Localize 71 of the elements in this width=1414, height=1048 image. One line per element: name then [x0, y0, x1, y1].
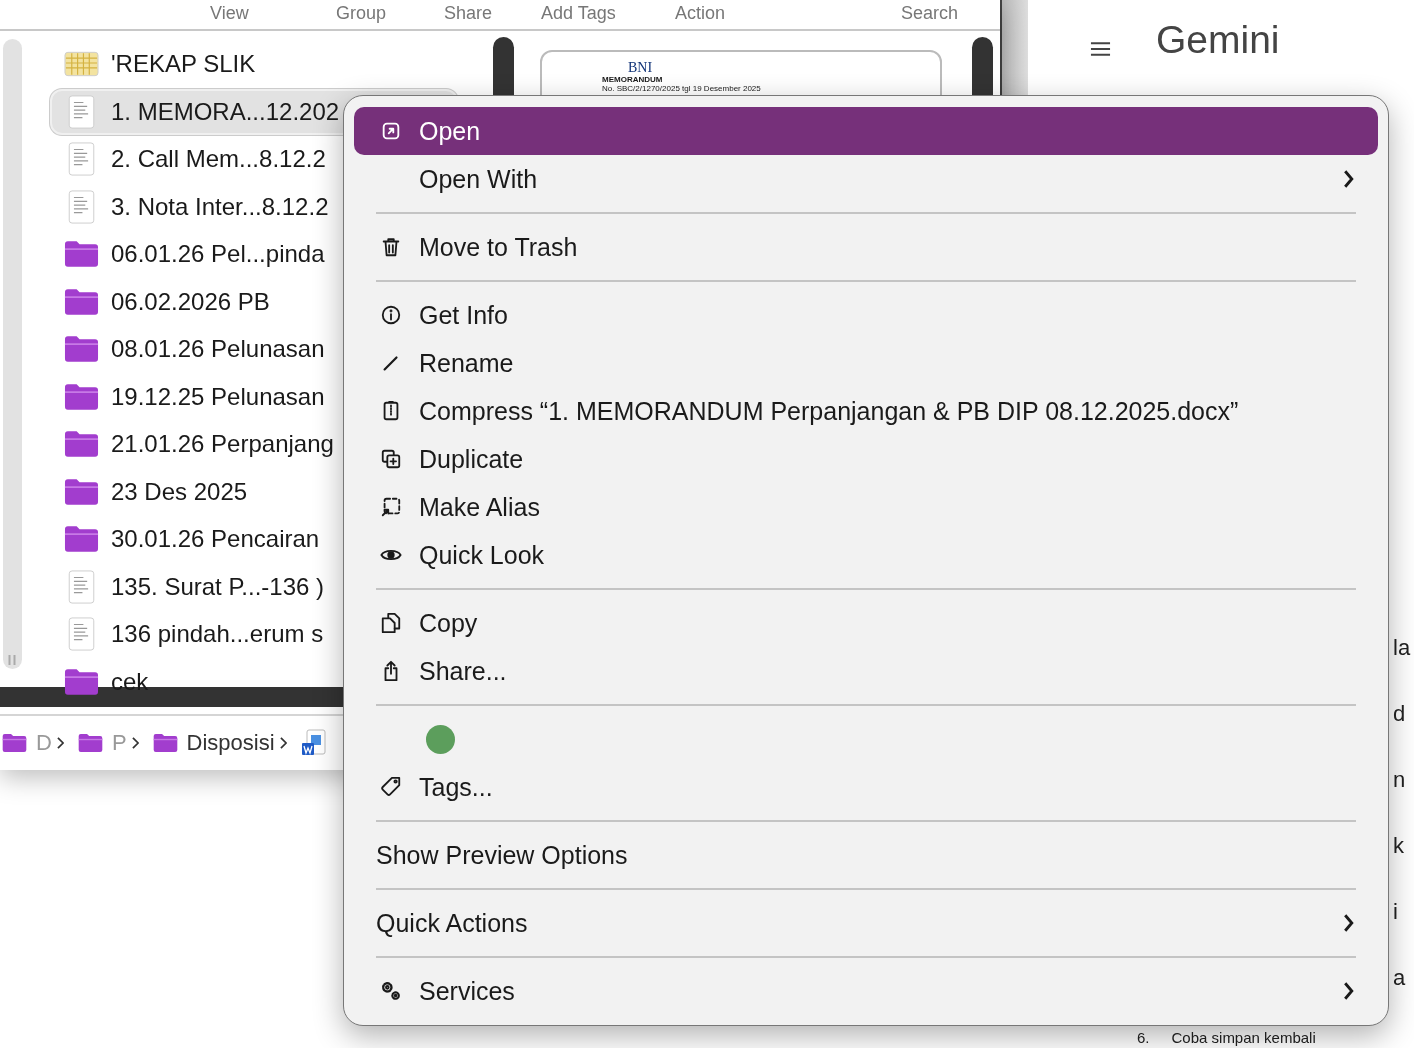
chat-text: Coba simpan kembali — [1171, 1029, 1316, 1046]
folder-icon — [77, 732, 103, 753]
copy-icon — [380, 612, 402, 634]
menu-item[interactable]: Show Preview Options — [354, 831, 1378, 879]
menu-item[interactable]: Tags... — [354, 763, 1378, 811]
document-heading: MEMORANDUM — [602, 74, 664, 84]
alias-icon — [380, 496, 402, 518]
toolbar-label[interactable]: Share — [444, 2, 541, 29]
chevron-icon — [1343, 169, 1354, 189]
chat-text: n — [1393, 766, 1407, 794]
menu-item[interactable]: Duplicate — [354, 435, 1378, 483]
folder-icon — [64, 240, 99, 269]
open-icon — [380, 120, 402, 142]
grip-icon[interactable] — [8, 654, 16, 665]
list-number: 6. — [1137, 1029, 1150, 1046]
menu-icon[interactable] — [1090, 42, 1111, 56]
color-tag[interactable] — [426, 724, 455, 754]
chat-text: i — [1393, 898, 1399, 926]
folder-icon — [152, 732, 178, 753]
trash-icon — [380, 236, 402, 258]
word-document-icon[interactable] — [300, 728, 327, 757]
chevron-icon — [1343, 913, 1354, 933]
toolbar-label[interactable]: Search — [901, 2, 1000, 29]
toolbar-label[interactable]: View — [210, 2, 336, 29]
toolbar-label[interactable]: Group — [336, 2, 444, 29]
chat-text: k — [1393, 832, 1405, 860]
folder-icon — [64, 335, 99, 364]
chevron-icon — [279, 736, 287, 749]
document-text: No. SBC/2/1270/2025 tgl 19 Desember 2025 — [602, 83, 762, 93]
folder-icon — [64, 525, 99, 554]
folder-icon — [64, 430, 99, 459]
menu-item[interactable]: Make Alias — [354, 483, 1378, 531]
menu-item[interactable]: Open — [354, 107, 1378, 155]
chat-text: la — [1393, 634, 1411, 662]
scrollbar[interactable] — [3, 38, 22, 669]
menu-item[interactable]: Copy — [354, 599, 1378, 647]
folder-icon — [64, 287, 99, 316]
duplicate-icon — [380, 448, 402, 470]
tag-icon — [380, 776, 402, 798]
menu-item[interactable]: Get Info — [354, 291, 1378, 339]
menu-item[interactable]: Open With — [354, 155, 1378, 203]
menu-item[interactable]: Quick Actions — [354, 899, 1378, 947]
document-icon — [68, 94, 95, 129]
path-item[interactable]: Disposisi — [186, 729, 275, 756]
folder-icon — [64, 477, 99, 506]
gears-icon — [380, 980, 402, 1002]
menu-item[interactable]: Rename — [354, 339, 1378, 387]
toolbar-label[interactable]: Action — [675, 2, 901, 29]
document-icon — [68, 189, 95, 224]
document-icon — [68, 142, 95, 177]
folder-icon — [64, 382, 99, 411]
chevron-icon — [1343, 981, 1354, 1001]
toolbar-label[interactable]: Add Tags — [541, 2, 675, 29]
chevron-icon — [131, 736, 139, 749]
menu-item[interactable]: Services — [354, 967, 1378, 1015]
menu-item[interactable]: Quick Look — [354, 531, 1378, 579]
spreadsheet-icon — [64, 50, 99, 79]
chat-text: d — [1393, 700, 1407, 728]
app-title: Gemini — [1156, 18, 1280, 62]
info-icon — [380, 304, 402, 326]
menu-item[interactable]: Move to Trash — [354, 223, 1378, 271]
bank-logo: BNI — [628, 59, 654, 75]
chat-text: a — [1393, 964, 1407, 992]
folder-icon — [64, 667, 99, 696]
file-item[interactable]: 'REKAP SLIK — [50, 41, 458, 88]
document-icon — [68, 569, 95, 604]
chevron-icon — [56, 736, 64, 749]
document-icon — [68, 617, 95, 652]
menu-item[interactable]: Compress “1. MEMORANDUM Perpanjangan & PB DIP 08.12.2025.docx” — [354, 387, 1378, 435]
folder-icon — [2, 732, 27, 753]
menu-item[interactable]: Share... — [354, 647, 1378, 695]
